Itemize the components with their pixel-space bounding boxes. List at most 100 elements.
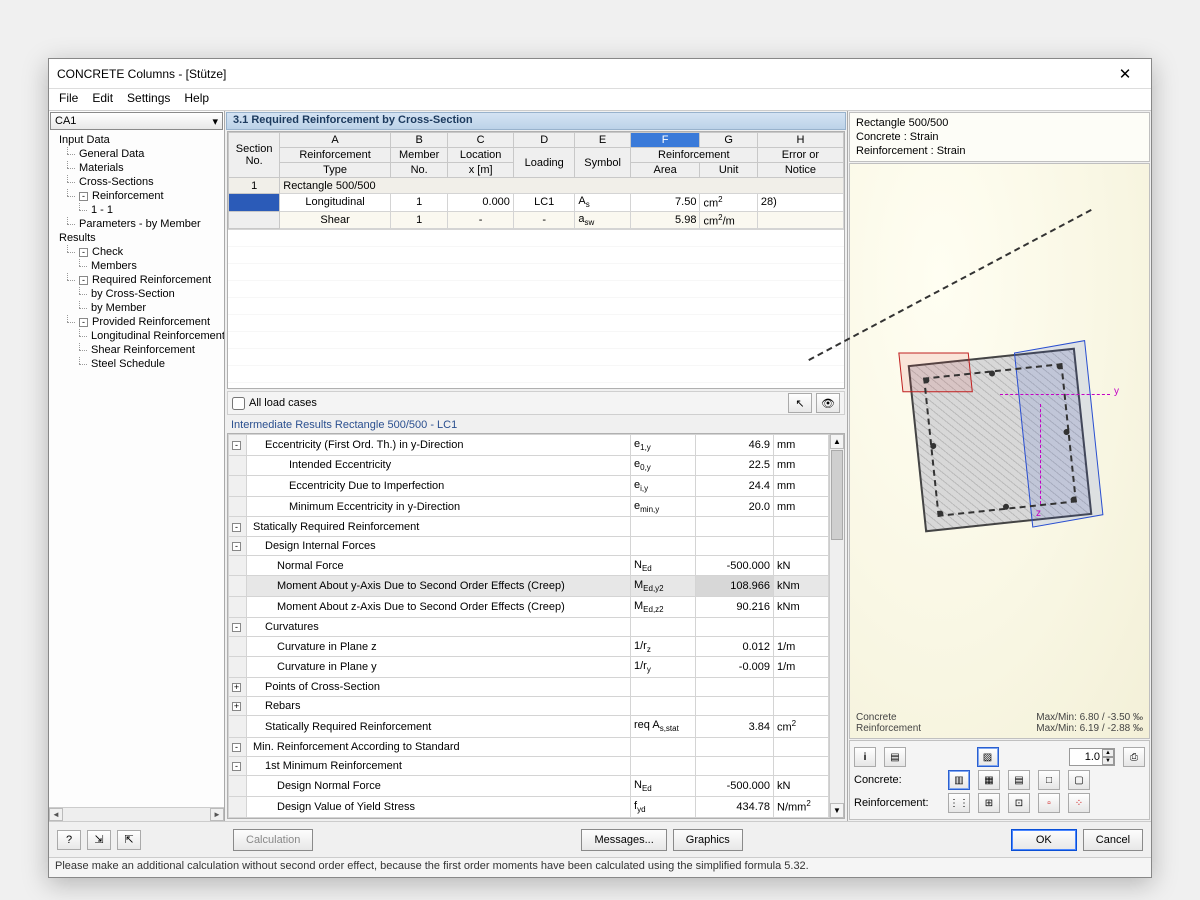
reinf-render-3-icon[interactable]: ⊡	[1008, 793, 1030, 813]
results-row[interactable]: -Eccentricity (First Ord. Th.) in y-Dire…	[229, 435, 829, 456]
nav-cross-sections[interactable]: Cross-Sections	[51, 175, 222, 189]
table-row[interactable]: Shear 1 - - asw 5.98 cm2/m	[229, 211, 844, 229]
minus-icon[interactable]: -	[79, 318, 88, 327]
results-row[interactable]: +Points of Cross-Section	[229, 678, 829, 697]
nav-input-data[interactable]: Input Data	[51, 133, 222, 147]
results-row[interactable]: Minimum Eccentricity in y-Directionemin,…	[229, 496, 829, 517]
expand-icon[interactable]: +	[232, 683, 241, 692]
reinf-render-1-icon[interactable]: ⋮⋮	[948, 793, 970, 813]
col-letter-d[interactable]: D	[513, 133, 575, 148]
section-row[interactable]: 1 Rectangle 500/500	[229, 178, 844, 194]
nav-1-1[interactable]: 1 - 1	[51, 203, 222, 217]
graphics-button[interactable]: Graphics	[673, 829, 743, 851]
nav-required-reinforcement[interactable]: -Required Reinforcement	[51, 273, 222, 287]
nav-params-by-member[interactable]: Parameters - by Member	[51, 217, 222, 231]
hatch-icon[interactable]: ▨	[977, 747, 999, 767]
results-row[interactable]: Statically Required Reinforcementreq As,…	[229, 716, 829, 737]
col-letter-b[interactable]: B	[390, 133, 447, 148]
results-row[interactable]: Moment About y-Axis Due to Second Order …	[229, 576, 829, 597]
case-combo[interactable]: CA1 ▾	[50, 112, 223, 130]
col-letter-h[interactable]: H	[757, 133, 843, 148]
scroll-right-icon[interactable]: ►	[210, 808, 224, 821]
results-row[interactable]: Curvature in Plane z1/rz0.0121/m	[229, 636, 829, 657]
nav-members[interactable]: Members	[51, 259, 222, 273]
concrete-render-3-icon[interactable]: ▤	[1008, 770, 1030, 790]
export-icon[interactable]: ⇲	[87, 830, 111, 850]
nav-reinforcement[interactable]: -Reinforcement	[51, 189, 222, 203]
cancel-button[interactable]: Cancel	[1083, 829, 1143, 851]
nav-general-data[interactable]: General Data	[51, 147, 222, 161]
col-letter-g[interactable]: G	[700, 133, 757, 148]
results-row[interactable]: +Rebars	[229, 697, 829, 716]
expand-icon[interactable]: +	[232, 702, 241, 711]
checkbox[interactable]	[232, 397, 245, 410]
results-row[interactable]: Normal ForceNEd-500.000kN	[229, 555, 829, 576]
concrete-render-5-icon[interactable]: ▢	[1068, 770, 1090, 790]
results-row[interactable]: -Design Internal Forces	[229, 536, 829, 555]
pick-tool-icon[interactable]: ↖	[788, 393, 812, 413]
help-icon[interactable]: ?	[57, 830, 81, 850]
table-row[interactable]: Longitudinal 1 0.000 LC1 As 7.50 cm2 28)	[229, 194, 844, 212]
nav-by-member[interactable]: by Member	[51, 301, 222, 315]
scroll-down-icon[interactable]: ▼	[830, 803, 844, 818]
collapse-icon[interactable]: -	[232, 542, 241, 551]
results-row[interactable]: -1st Minimum Reinforcement	[229, 756, 829, 775]
ok-button[interactable]: OK	[1011, 829, 1077, 851]
menu-help[interactable]: Help	[184, 91, 209, 108]
nav-provided-reinforcement[interactable]: -Provided Reinforcement	[51, 315, 222, 329]
nav-longitudinal[interactable]: Longitudinal Reinforcement	[51, 329, 222, 343]
results-row[interactable]: Design Normal ForceNEd-500.000kN	[229, 775, 829, 796]
col-letter-e[interactable]: E	[575, 133, 630, 148]
scroll-thumb[interactable]	[831, 450, 843, 540]
results-row[interactable]: Design Value of Yield Stressfyd434.78N/m…	[229, 796, 829, 817]
reinf-render-2-icon[interactable]: ⊞	[978, 793, 1000, 813]
col-letter-c[interactable]: C	[448, 133, 514, 148]
messages-button[interactable]: Messages...	[581, 829, 666, 851]
scale-input[interactable]	[1070, 751, 1102, 763]
cross-section-preview[interactable]: y z Concrete Reinforcement Max/Min: 6.80…	[849, 163, 1150, 739]
results-row[interactable]: -Curvatures	[229, 617, 829, 636]
print-icon[interactable]: ⎙	[1123, 747, 1145, 767]
reinf-render-4-icon[interactable]: ▫	[1038, 793, 1060, 813]
collapse-icon[interactable]: -	[232, 762, 241, 771]
calculation-button[interactable]: Calculation	[233, 829, 313, 851]
scroll-left-icon[interactable]: ◄	[49, 808, 63, 821]
collapse-icon[interactable]: -	[232, 523, 241, 532]
collapse-icon[interactable]: -	[232, 441, 241, 450]
minus-icon[interactable]: -	[79, 192, 88, 201]
scroll-up-icon[interactable]: ▲	[830, 434, 844, 449]
nav-hscroll[interactable]: ◄ ►	[49, 807, 224, 821]
concrete-render-4-icon[interactable]: □	[1038, 770, 1060, 790]
results-scrollbar[interactable]: ▲ ▼	[829, 434, 844, 818]
eye-icon[interactable]: 👁	[816, 393, 840, 413]
nav-check[interactable]: -Check	[51, 245, 222, 259]
col-letter-a[interactable]: A	[280, 133, 391, 148]
step-up-icon[interactable]: ▲	[1102, 749, 1114, 757]
import-icon[interactable]: ⇱	[117, 830, 141, 850]
filter-icon[interactable]: ▤	[884, 747, 906, 767]
nav-results[interactable]: Results	[51, 231, 222, 245]
close-button[interactable]: ✕	[1105, 65, 1145, 83]
minus-icon[interactable]: -	[79, 248, 88, 257]
scale-spinner[interactable]: ▲▼	[1069, 748, 1115, 766]
reinf-render-5-icon[interactable]: ⁘	[1068, 793, 1090, 813]
concrete-render-2-icon[interactable]: ▦	[978, 770, 1000, 790]
nav-steel-schedule[interactable]: Steel Schedule	[51, 357, 222, 371]
results-row[interactable]: -Statically Required Reinforcement	[229, 517, 829, 536]
step-down-icon[interactable]: ▼	[1102, 757, 1114, 765]
collapse-icon[interactable]: -	[232, 623, 241, 632]
results-row[interactable]: Intended Eccentricitye0,y22.5mm	[229, 455, 829, 476]
results-table[interactable]: -Eccentricity (First Ord. Th.) in y-Dire…	[228, 434, 829, 818]
minus-icon[interactable]: -	[79, 276, 88, 285]
selected-cell[interactable]: 7.50	[630, 194, 700, 212]
results-row[interactable]: Eccentricity Due to Imperfectionei,y24.4…	[229, 476, 829, 497]
nav-by-cross-section[interactable]: by Cross-Section	[51, 287, 222, 301]
grid-table[interactable]: SectionNo. A B C D E F G H Reinforcement…	[228, 132, 844, 229]
info-icon[interactable]: i	[854, 747, 876, 767]
all-load-cases-check[interactable]: All load cases	[232, 397, 317, 410]
results-row[interactable]: -Min. Reinforcement According to Standar…	[229, 737, 829, 756]
results-row[interactable]: Moment About z-Axis Due to Second Order …	[229, 597, 829, 618]
concrete-render-1-icon[interactable]: ▥	[948, 770, 970, 790]
menu-file[interactable]: File	[59, 91, 78, 108]
col-letter-f[interactable]: F	[630, 133, 700, 148]
